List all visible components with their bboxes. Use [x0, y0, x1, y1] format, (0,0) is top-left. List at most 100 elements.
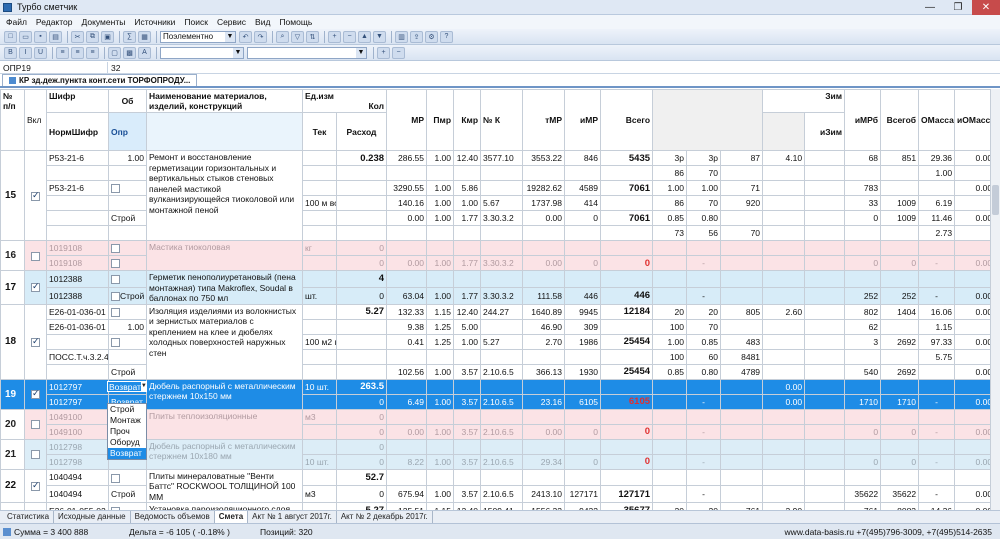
unit-cell[interactable] [302, 270, 337, 288]
unit-cell[interactable] [302, 150, 337, 166]
kmr-cell[interactable]: 1.77 [453, 210, 482, 226]
izim-cell[interactable] [804, 423, 846, 440]
c1-cell[interactable] [652, 423, 688, 440]
checkbox[interactable] [111, 244, 120, 254]
col-name[interactable]: Наименование материалов, изделий, констр… [146, 89, 303, 113]
col-zim[interactable]: Зим [762, 89, 846, 113]
include-checkbox[interactable] [24, 270, 47, 305]
vs-cell[interactable]: 446 [600, 286, 654, 305]
vs-cell[interactable] [600, 225, 654, 241]
iom-cell[interactable]: 0.00 [954, 333, 990, 350]
c1-cell[interactable]: 100 [652, 348, 688, 365]
zim-cell[interactable] [762, 180, 806, 196]
checkbox[interactable] [111, 259, 120, 269]
iom-cell[interactable]: 0.00 [954, 286, 990, 305]
maximize-button[interactable]: ❐ [944, 0, 972, 15]
menu-service[interactable]: Сервис [217, 17, 246, 27]
iom-cell[interactable]: 0.00 [954, 453, 990, 470]
cut-icon[interactable]: ✂ [71, 30, 84, 43]
kmr-cell[interactable] [453, 225, 482, 241]
om-cell[interactable]: 5.75 [918, 348, 956, 365]
c2-cell[interactable]: 56 [686, 225, 722, 241]
ob-cell[interactable]: Строй [108, 363, 147, 380]
iom-cell[interactable] [954, 408, 990, 425]
nk-cell[interactable] [480, 270, 524, 288]
shifr-cell[interactable] [46, 363, 109, 380]
col-vkl[interactable]: Вкл [24, 89, 47, 151]
vsb-cell[interactable]: 252 [880, 286, 920, 305]
c3-cell[interactable]: 87 [720, 150, 764, 166]
c2-cell[interactable]: 70 [686, 195, 722, 211]
nk-cell[interactable]: 3577.10 [480, 150, 524, 166]
iom-cell[interactable] [954, 165, 990, 181]
iom-cell[interactable] [954, 468, 990, 487]
unit-cell[interactable]: кг [302, 240, 337, 256]
description-cell[interactable]: Изоляция изделиями из волокнистых и зерн… [146, 303, 303, 380]
description-cell[interactable]: Дюбель распорный с металлическим стержне… [146, 438, 303, 470]
paste-icon[interactable]: ▣ [101, 30, 114, 43]
row-number[interactable]: 21 [0, 438, 25, 470]
filter-icon[interactable]: ▽ [291, 30, 304, 43]
om-cell[interactable]: 11.46 [918, 210, 956, 226]
zim-cell[interactable] [762, 423, 806, 440]
mr-cell[interactable] [386, 408, 428, 425]
mr-cell[interactable]: 140.16 [386, 195, 428, 211]
imr-cell[interactable]: 446 [564, 286, 602, 305]
iom-cell[interactable]: 0.00 [954, 210, 990, 226]
unit-cell[interactable] [302, 502, 337, 510]
imr-cell[interactable]: 0 [564, 210, 602, 226]
vsb-cell[interactable]: 1710 [880, 393, 920, 410]
c3-cell[interactable] [720, 453, 764, 470]
vsb-cell[interactable] [880, 468, 920, 487]
vsb-cell[interactable] [880, 165, 920, 181]
nk-cell[interactable]: 2.10.6.5 [480, 393, 524, 410]
kmr-cell[interactable]: 1.00 [453, 195, 482, 211]
nk-cell[interactable] [480, 378, 524, 395]
unit-cell[interactable] [302, 255, 337, 271]
c1-cell[interactable] [652, 393, 688, 410]
ob-cell[interactable] [108, 240, 147, 256]
imr-cell[interactable] [564, 468, 602, 487]
izim-cell[interactable] [804, 438, 846, 455]
ob-cell[interactable] [108, 225, 147, 241]
pmr-cell[interactable]: 1.00 [426, 393, 455, 410]
mr-cell[interactable]: 125.51 [386, 502, 428, 510]
c3-cell[interactable] [720, 393, 764, 410]
qty-cell[interactable]: 5.27 [335, 303, 388, 320]
imrb-cell[interactable] [844, 165, 882, 181]
c3-cell[interactable] [720, 468, 764, 487]
copy-icon[interactable]: ⧉ [86, 30, 99, 43]
pmr-cell[interactable] [426, 468, 455, 487]
vs-cell[interactable] [600, 348, 654, 365]
col-num[interactable]: № п/п [0, 89, 25, 151]
shifr-cell[interactable]: 1040494 [46, 485, 109, 503]
chart-icon[interactable]: ▥ [395, 30, 408, 43]
zim-cell[interactable] [762, 240, 806, 256]
c2-cell[interactable]: - [686, 255, 722, 271]
include-checkbox[interactable] [24, 502, 47, 510]
settings-icon[interactable]: ⚙ [425, 30, 438, 43]
kmr-cell[interactable]: 1.77 [453, 286, 482, 305]
iom-cell[interactable] [954, 225, 990, 241]
row-number[interactable] [0, 502, 25, 510]
shifr-cell[interactable]: 1012388 [46, 270, 109, 288]
row-number[interactable]: 17 [0, 270, 25, 305]
izim-cell[interactable] [804, 408, 846, 425]
shifr-cell[interactable]: 1040494 [46, 468, 109, 487]
qty-cell[interactable] [335, 210, 388, 226]
pmr-cell[interactable]: 1.00 [426, 255, 455, 271]
qty-cell[interactable]: 0 [335, 438, 388, 455]
c3-cell[interactable] [720, 210, 764, 226]
imrb-cell[interactable]: 35622 [844, 485, 882, 503]
imrb-cell[interactable] [844, 438, 882, 455]
imr-cell[interactable]: 127171 [564, 485, 602, 503]
mr-cell[interactable] [386, 270, 428, 288]
c1-cell[interactable] [652, 286, 688, 305]
col-kmr[interactable]: Кмр [453, 89, 482, 151]
c2-cell[interactable] [686, 270, 722, 288]
font-color-icon[interactable]: A [138, 46, 151, 59]
unit-cell[interactable] [302, 303, 337, 320]
sheet-tab-source[interactable]: Исходные данные [54, 511, 131, 523]
kmr-cell[interactable] [453, 240, 482, 256]
vsb-cell[interactable]: 2692 [880, 363, 920, 380]
